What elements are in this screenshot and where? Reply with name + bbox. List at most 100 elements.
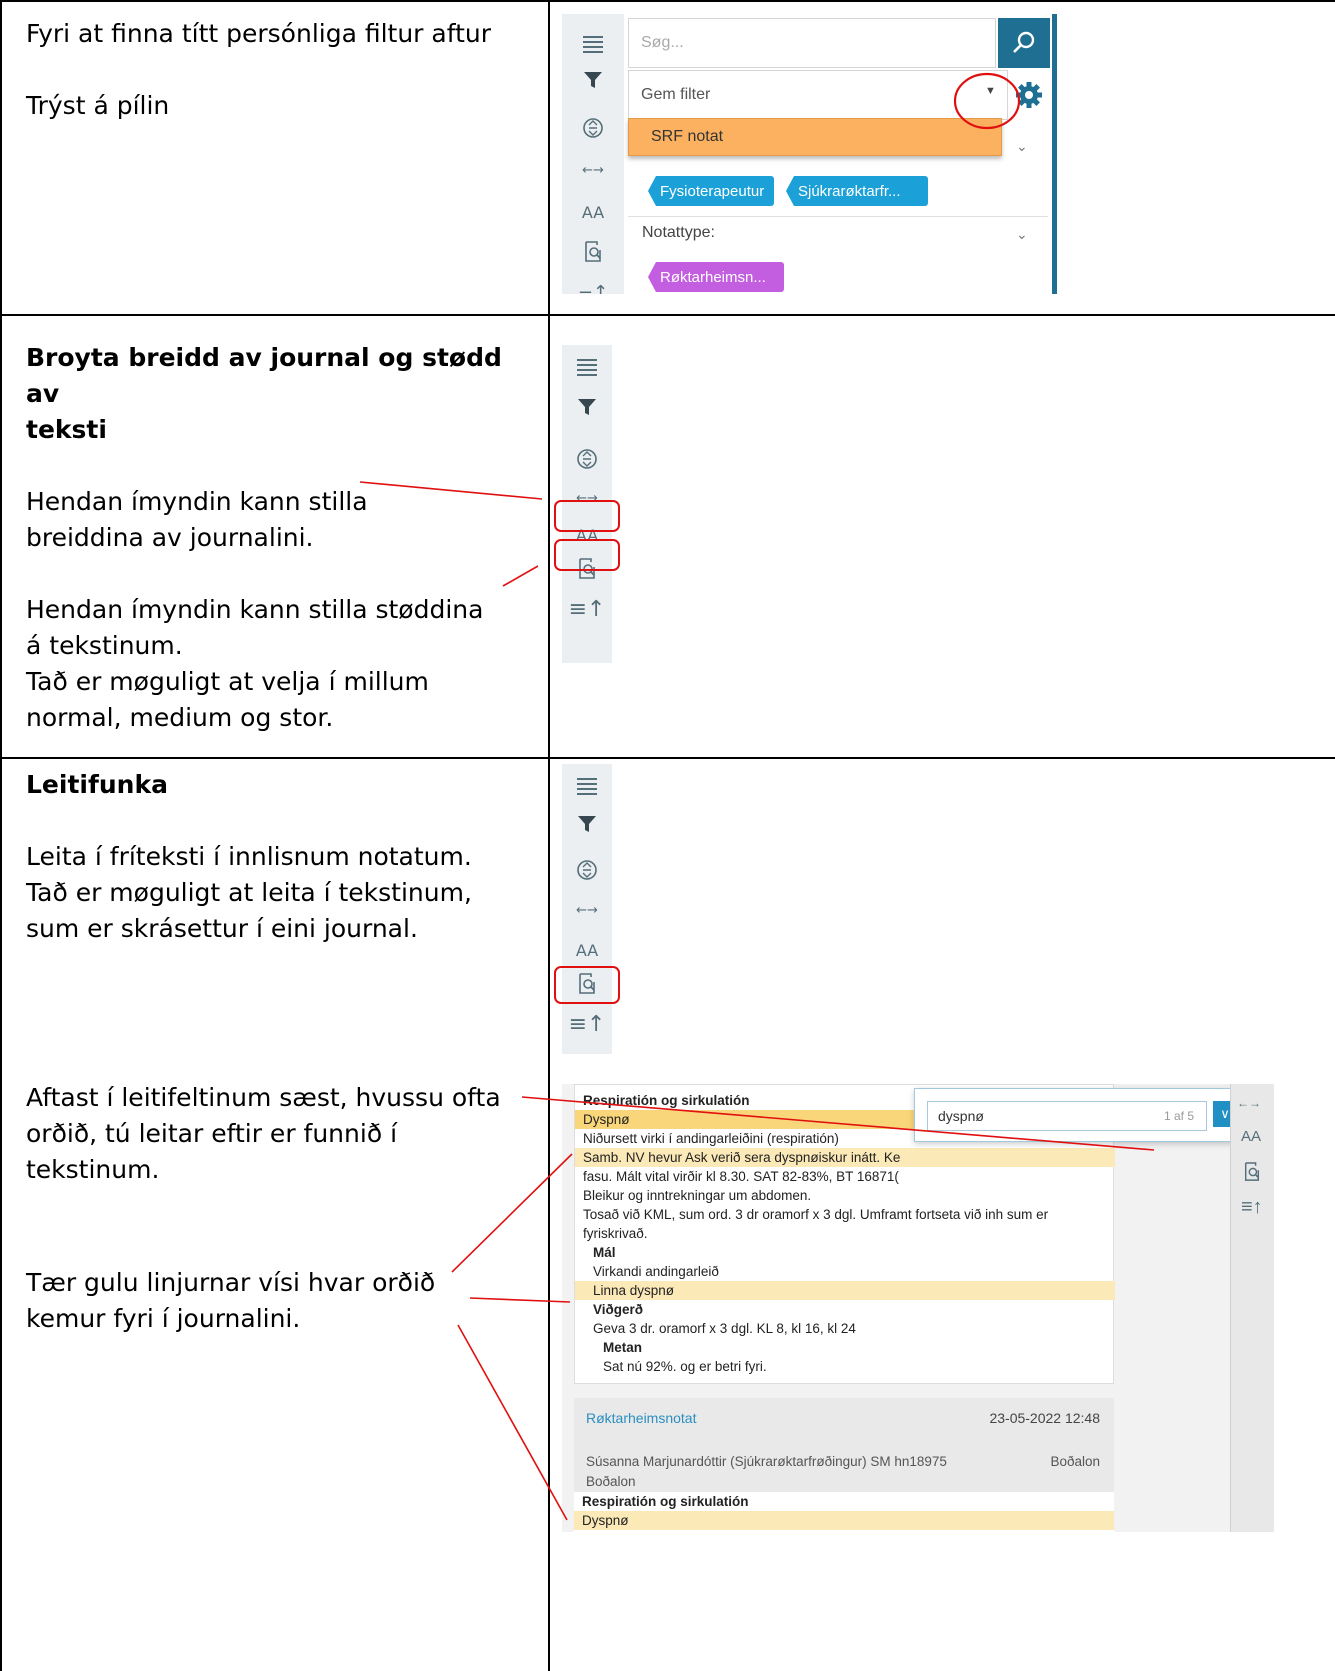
row2-line: normal, medium og stor. xyxy=(26,703,334,732)
expand-collapse-icon[interactable] xyxy=(562,106,624,150)
row2-line: Hendan ímyndin kann stilla støddina xyxy=(26,595,484,624)
journal-line: Tosað við KML, sum ord. 3 dr oramorf x 3… xyxy=(583,1207,1049,1222)
filter-chip-label: Sjúkrarøktarfr... xyxy=(798,182,901,200)
journal-line: Linna dyspnø xyxy=(575,1281,1115,1300)
row2-instructions: Broyta breidd av journal og stødd av tek… xyxy=(26,340,536,736)
filter-icon[interactable] xyxy=(562,802,612,846)
journal-line: fyriskrivað. xyxy=(583,1226,648,1241)
sort-up-icon[interactable]: −↑ xyxy=(562,270,624,295)
row3-line: Tað er møguligt at leita í tekstinum, xyxy=(26,878,472,907)
filter-chip-label: Fysioterapeutur xyxy=(660,182,765,200)
journal-right-toolbar: ←→ AA ≡↑ xyxy=(1230,1084,1274,1532)
sort-up-icon[interactable]: ≡↑ xyxy=(1241,1196,1263,1219)
search-doc-icon[interactable] xyxy=(562,230,624,274)
side-toolbar: ←→ AA ≡↑ xyxy=(562,345,612,663)
expand-collapse-icon[interactable] xyxy=(562,437,612,481)
width-arrows-icon[interactable]: ←→ xyxy=(1237,1096,1261,1110)
row3-line: Leita í fríteksti í innlisnum notatum. xyxy=(26,842,472,871)
filter-panel: Søg... Gem filter ▼ SRF notat ⌄ Fysioter… xyxy=(624,14,1078,294)
chevron-down-icon[interactable]: ⌄ xyxy=(1016,138,1028,155)
journal-line: Virkandi andingarleið xyxy=(593,1264,719,1279)
row2-line: breiddina av journalini. xyxy=(26,523,314,552)
side-toolbar: ←→ AA −↑ xyxy=(562,14,624,294)
journal-line: Bleikur og inntrekningar um abdomen. xyxy=(583,1188,812,1203)
table-row-divider xyxy=(0,757,1335,759)
row3-line: Aftast í leitifeltinum sæst, hvussu ofta xyxy=(26,1083,501,1112)
note-place: Boðalon xyxy=(586,1474,636,1489)
search-doc-icon[interactable] xyxy=(562,547,612,591)
filter-chip[interactable]: Fysioterapeutur xyxy=(648,176,774,206)
row3-count-explanation: Aftast í leitifeltinum sæst, hvussu ofta… xyxy=(26,1080,536,1188)
journal-note-header: Røktarheimsnotat 23-05-2022 12:48 Súsann… xyxy=(574,1398,1114,1532)
filter-panel-snippet: ←→ AA −↑ Søg... Gem filter ▼ SRF notat ⌄… xyxy=(562,14,1078,294)
note-title[interactable]: Røktarheimsnotat xyxy=(586,1410,696,1426)
search-input[interactable]: Søg... xyxy=(628,18,996,68)
text-size-icon[interactable]: AA xyxy=(1241,1128,1261,1145)
row1-line: Trýst á pílin xyxy=(26,91,170,120)
row2-line: Tað er møguligt at velja í millum xyxy=(26,667,429,696)
sort-up-icon[interactable]: ≡↑ xyxy=(562,587,612,631)
menu-icon[interactable] xyxy=(562,345,612,389)
table-border-left xyxy=(0,0,2,1671)
search-doc-icon[interactable] xyxy=(1243,1162,1261,1187)
expand-collapse-icon[interactable] xyxy=(562,848,612,892)
filter-chip[interactable]: Sjúkrarøktarfr... xyxy=(786,176,928,206)
filter-chip-label: Røktarheimsn... xyxy=(660,268,766,286)
width-arrows-icon[interactable]: ←→ xyxy=(562,888,612,932)
journal-snippet: Respiratión og sirkulatión Dyspnø Niðurset… xyxy=(562,1084,1274,1532)
row3-line: sum er skrásettur í eini journal. xyxy=(26,914,418,943)
sort-up-icon[interactable]: ≡↑ xyxy=(562,1002,612,1046)
filter-icon[interactable] xyxy=(562,385,612,429)
width-arrows-icon[interactable]: ←→ xyxy=(562,148,624,192)
search-placeholder: Søg... xyxy=(641,34,684,51)
row2-title: teksti xyxy=(26,415,107,444)
table-row-divider xyxy=(0,314,1335,316)
saved-filter-select[interactable]: Gem filter ▼ xyxy=(628,70,1008,120)
caret-down-icon[interactable]: ▼ xyxy=(985,85,996,97)
filter-chip[interactable]: Røktarheimsn... xyxy=(648,262,784,292)
filter-icon[interactable] xyxy=(562,58,624,102)
journal-line: Viðgerð xyxy=(593,1302,644,1317)
find-match-count: 1 af 5 xyxy=(1163,1109,1194,1123)
gear-icon[interactable] xyxy=(1014,80,1044,110)
row3-line: orðið, tú leitar eftir er funnið í xyxy=(26,1119,398,1148)
journal-line: Mál xyxy=(593,1245,616,1260)
row1-line: Fyri at finna títt persónliga filtur aft… xyxy=(26,19,492,48)
journal-line: Respiratión og sirkulatión xyxy=(582,1494,749,1509)
row1-instructions: Fyri at finna títt persónliga filtur aft… xyxy=(26,16,536,124)
row3-title: Leitifunka xyxy=(26,770,168,799)
magnifier-icon xyxy=(1013,31,1035,53)
row3-line: tekstinum. xyxy=(26,1155,160,1184)
note-place: Boðalon xyxy=(1050,1454,1100,1469)
panel-right-edge xyxy=(1052,14,1057,294)
row3-line: Tær gulu linjurnar vísi hvar orðið xyxy=(26,1268,436,1297)
row2-line: Hendan ímyndin kann stilla xyxy=(26,487,368,516)
note-author: Súsanna Marjunardóttir (Sjúkrarøktarfrøð… xyxy=(586,1454,947,1469)
row3-instructions: Leitifunka Leita í fríteksti í innlisnum… xyxy=(26,767,536,947)
journal-line: Samb. NV hevur Ask verið sera dyspnøisku… xyxy=(575,1148,1115,1167)
journal-line: Metan xyxy=(603,1340,643,1355)
chevron-down-icon[interactable]: ⌄ xyxy=(1016,226,1028,243)
find-input-value: dyspnø xyxy=(938,1108,984,1124)
table-border-top xyxy=(0,0,1335,2)
row3-line: kemur fyri í journalini. xyxy=(26,1304,301,1333)
journal-line: Sat nú 92%. og er betri fyri. xyxy=(603,1359,767,1374)
panel-divider xyxy=(628,216,1048,217)
search-button[interactable] xyxy=(998,18,1050,68)
row3-highlight-explanation: Tær gulu linjurnar vísi hvar orðið kemur… xyxy=(26,1265,536,1337)
search-doc-icon[interactable] xyxy=(562,962,612,1006)
notattype-label: Notattype: xyxy=(642,224,715,241)
journal-line: Geva 3 dr. oramorf x 3 dgl. KL 8, kl 16,… xyxy=(593,1321,856,1336)
row2-line: á tekstinum. xyxy=(26,631,183,660)
saved-filter-value: Gem filter xyxy=(641,86,711,103)
note-body: Respiratión og sirkulatión Dyspnø xyxy=(574,1492,1114,1532)
find-in-text-popup: dyspnø 1 af 5 ∨ ∧ xyxy=(914,1088,1268,1142)
dropdown-option-label: SRF notat xyxy=(651,128,724,145)
table-column-divider xyxy=(548,0,550,1671)
journal-line: Dyspnø xyxy=(574,1511,1114,1530)
text-size-icon[interactable]: AA xyxy=(562,190,624,234)
find-input[interactable]: dyspnø 1 af 5 xyxy=(927,1101,1207,1131)
dropdown-option-srf[interactable]: SRF notat xyxy=(628,118,1002,156)
pointer-line xyxy=(457,1324,568,1521)
side-toolbar: ←→ AA ≡↑ xyxy=(562,764,612,1054)
